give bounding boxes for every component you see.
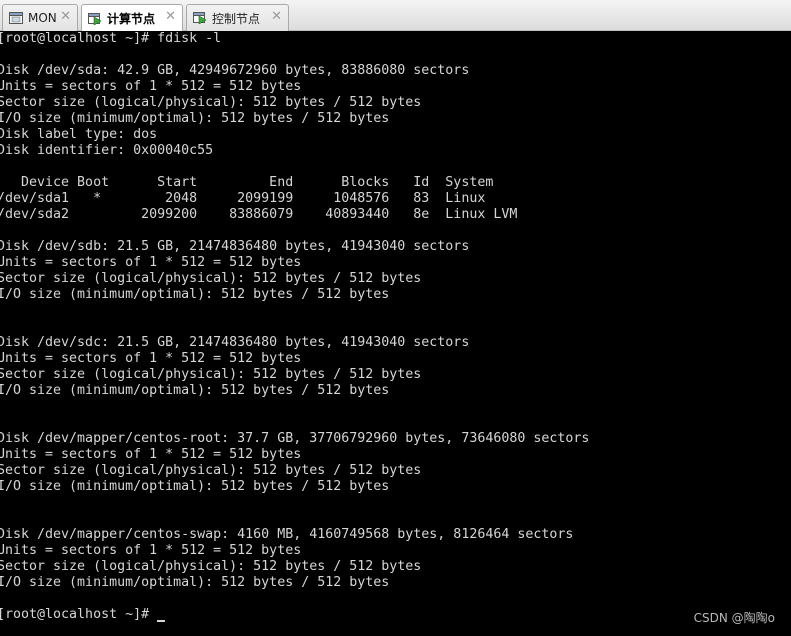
terminal-line: I/O size (minimum/optimal): 512 bytes / … — [0, 575, 390, 590]
terminal-line: Device Boot Start End Blocks Id System — [0, 175, 494, 190]
close-icon[interactable]: ✕ — [165, 10, 176, 24]
terminal-line: I/O size (minimum/optimal): 512 bytes / … — [0, 287, 390, 302]
tab-control-node[interactable]: 控制节点 ✕ — [186, 4, 289, 31]
terminal-line: /dev/sda1 * 2048 2099199 1048576 83 Linu… — [0, 191, 486, 206]
close-icon[interactable]: ✕ — [60, 10, 71, 24]
terminal-line: Sector size (logical/physical): 512 byte… — [0, 463, 422, 478]
tab-label: 计算节点 — [107, 12, 156, 26]
terminal-line: Units = sectors of 1 * 512 = 512 bytes — [0, 79, 302, 94]
terminal-line: Sector size (logical/physical): 512 byte… — [0, 559, 422, 574]
tab-mon[interactable]: MON ✕ — [2, 4, 78, 31]
terminal-cursor — [157, 620, 165, 622]
terminal-line: I/O size (minimum/optimal): 512 bytes / … — [0, 383, 390, 398]
terminal-line: Units = sectors of 1 * 512 = 512 bytes — [0, 543, 302, 558]
vm-window-icon — [9, 12, 23, 24]
terminal-line: Sector size (logical/physical): 512 byte… — [0, 271, 422, 286]
terminal-line: Disk identifier: 0x00040c55 — [0, 143, 214, 158]
terminal-line: Disk /dev/mapper/centos-swap: 4160 MB, 4… — [0, 527, 574, 542]
terminal-line: Disk /dev/mapper/centos-root: 37.7 GB, 3… — [0, 431, 590, 446]
vm-running-icon — [193, 12, 207, 24]
vm-tab-bar: MON ✕ 计算节点 ✕ 控制节点 ✕ — [0, 0, 791, 32]
tab-label: MON — [28, 11, 57, 25]
terminal-line: Units = sectors of 1 * 512 = 512 bytes — [0, 447, 302, 462]
terminal-line: Units = sectors of 1 * 512 = 512 bytes — [0, 351, 302, 366]
terminal-line: Units = sectors of 1 * 512 = 512 bytes — [0, 255, 302, 270]
tab-compute-node[interactable]: 计算节点 ✕ — [81, 4, 183, 32]
terminal-line: [root@localhost ~]# fdisk -l — [0, 31, 222, 46]
terminal-console[interactable]: [root@localhost ~]# fdisk -l Disk /dev/sd… — [0, 31, 791, 636]
terminal-line: /dev/sda2 2099200 83886079 40893440 8e L… — [0, 207, 518, 222]
terminal-line: I/O size (minimum/optimal): 512 bytes / … — [0, 479, 390, 494]
terminal-line: Disk /dev/sda: 42.9 GB, 42949672960 byte… — [0, 63, 470, 78]
close-icon[interactable]: ✕ — [271, 10, 282, 24]
watermark-text: CSDN @陶陶o — [693, 611, 775, 625]
vm-running-icon — [88, 12, 102, 25]
terminal-line: Disk label type: dos — [0, 127, 158, 142]
terminal-line: Disk /dev/sdc: 21.5 GB, 21474836480 byte… — [0, 335, 470, 350]
terminal-line: I/O size (minimum/optimal): 512 bytes / … — [0, 111, 390, 126]
tab-label: 控制节点 — [212, 11, 261, 26]
terminal-line: Sector size (logical/physical): 512 byte… — [0, 367, 422, 382]
terminal-line: [root@localhost ~]# — [0, 607, 158, 622]
terminal-line: Disk /dev/sdb: 21.5 GB, 21474836480 byte… — [0, 239, 470, 254]
terminal-line: Sector size (logical/physical): 512 byte… — [0, 95, 422, 110]
